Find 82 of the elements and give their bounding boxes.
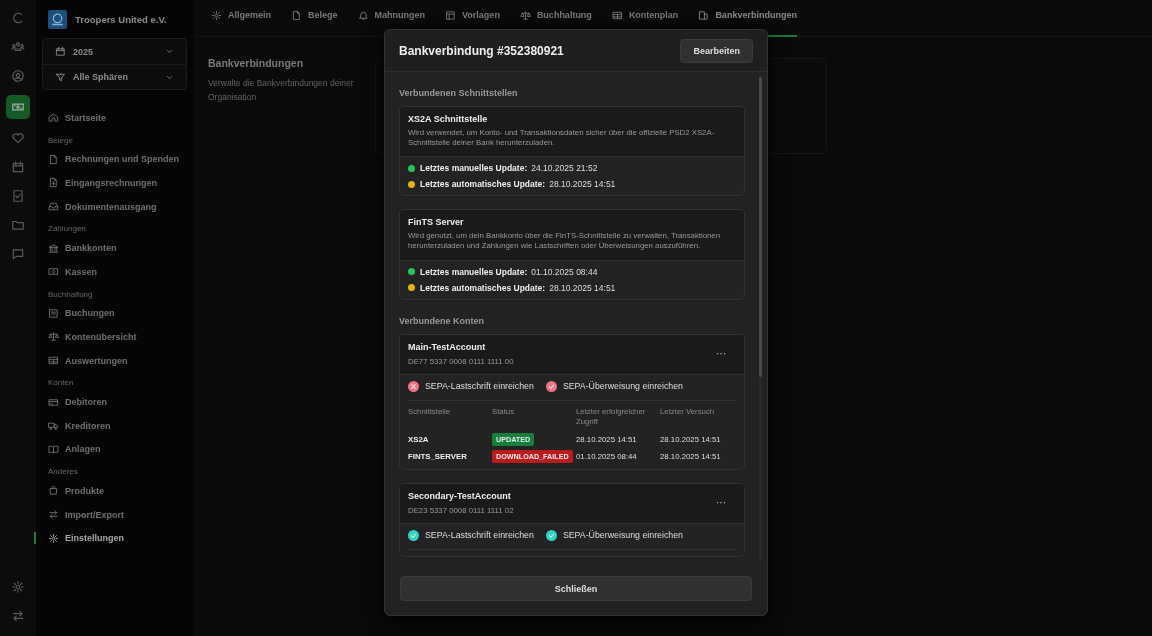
- card-icon: [48, 396, 59, 408]
- interface-name: FinTS Server: [408, 217, 465, 228]
- nav-heading: Buchhaltung: [47, 288, 94, 301]
- edit-button[interactable]: Bearbeiten: [680, 38, 753, 63]
- arrows-icon: [48, 509, 59, 520]
- settings-icon: [211, 9, 222, 21]
- ledger-icon: [48, 307, 59, 319]
- org-name: Troopers United e.V.: [75, 13, 167, 25]
- account-name: Main-TestAccount: [408, 341, 487, 352]
- nav-item[interactable]: Kassen: [34, 259, 187, 284]
- close-button[interactable]: Schließen: [400, 576, 752, 601]
- update-label: Letztes automatisches Update:: [420, 282, 546, 293]
- truck-icon: [48, 420, 59, 432]
- permission-label: SEPA-Überweisung einreichen: [562, 530, 683, 541]
- scrollbar-thumb[interactable]: [759, 77, 762, 377]
- nav-item[interactable]: Bankkonten: [34, 236, 187, 260]
- update-label: Letztes manuelles Update:: [420, 163, 528, 174]
- nav-item[interactable]: Produkte: [34, 479, 187, 503]
- nav-item[interactable]: Rechnungen und Spenden: [34, 147, 187, 172]
- scale-icon: [48, 331, 59, 343]
- update-time: 01.10.2025 08:44: [531, 266, 598, 277]
- section-heading: Verbundene Konten: [399, 315, 485, 326]
- permission-label: SEPA-Lastschrift einreichen: [425, 381, 534, 391]
- nav-item[interactable]: Buchungen: [34, 301, 187, 326]
- tab[interactable]: Belege: [291, 0, 338, 37]
- more-button[interactable]: ···: [706, 348, 736, 359]
- filter-icon: [55, 71, 66, 83]
- calendar-icon: [55, 46, 66, 57]
- nav-heading: Zahlungen: [47, 223, 87, 236]
- update-label: Letztes manuelles Update:: [420, 266, 528, 277]
- book-icon: [48, 443, 59, 455]
- nav-item[interactable]: Eingangsrechnungen: [34, 171, 187, 195]
- nav-item[interactable]: Dokumentenausgang: [34, 194, 187, 219]
- permission-label: SEPA-Überweisung einreichen: [562, 381, 683, 391]
- nav-item[interactable]: Kreditoren: [34, 413, 187, 438]
- layout-icon: [445, 9, 457, 21]
- year-select[interactable]: 2025: [43, 39, 186, 64]
- permission-label: SEPA-Lastschrift einreichen: [425, 530, 534, 541]
- bag-icon: [48, 485, 59, 497]
- org-logo-icon: [48, 9, 67, 29]
- document-icon: [291, 9, 302, 21]
- scale-icon: [519, 9, 531, 21]
- nav-item[interactable]: Kontenübersicht: [34, 325, 187, 349]
- nav-item[interactable]: Anlagen: [34, 437, 187, 462]
- update-time: 28.10.2025 14:51: [549, 282, 616, 293]
- nav-item[interactable]: Startseite: [34, 106, 187, 130]
- inbox-icon: [48, 201, 59, 213]
- section-heading: Verbundenen Schnittstellen: [399, 88, 519, 98]
- nav-heading: Konten: [47, 377, 75, 390]
- bell-icon: [357, 9, 369, 21]
- table-icon: [611, 9, 623, 21]
- nav-heading: Belege: [47, 134, 74, 147]
- tab[interactable]: Allgemein: [211, 0, 271, 37]
- tab[interactable]: Mahnungen: [357, 0, 426, 37]
- interface-name: XS2A Schnittstelle: [408, 114, 489, 124]
- table-icon: [48, 355, 59, 367]
- bank-icon: [48, 242, 59, 254]
- tab[interactable]: Vorlagen: [445, 0, 500, 37]
- nav-heading: Anderes: [47, 466, 79, 479]
- sphere-select[interactable]: Alle Sphären: [43, 64, 186, 89]
- nav-item[interactable]: Import/Export: [34, 502, 187, 527]
- update-time: 28.10.2025 14:51: [549, 179, 616, 190]
- tab[interactable]: Buchhaltung: [519, 0, 592, 37]
- settings-icon: [48, 532, 59, 544]
- document-icon: [48, 153, 59, 165]
- chevron-down-icon: [165, 47, 174, 56]
- document-download-icon: [48, 177, 59, 189]
- update-label: Letztes automatisches Update:: [420, 179, 546, 190]
- cash-icon: [48, 266, 59, 278]
- more-button[interactable]: ···: [706, 497, 736, 509]
- update-time: 24.10.2025 21:52: [531, 163, 598, 174]
- home-icon: [48, 112, 59, 124]
- tab[interactable]: Kontenplan: [611, 0, 679, 37]
- page-title: Bankverbindungen: [208, 57, 305, 69]
- page-description: Verwalte die Bankverbindungen deiner Organisation: [208, 77, 355, 104]
- building-icon: [698, 9, 710, 21]
- nav-item[interactable]: Einstellungen: [34, 526, 187, 550]
- banknote-icon[interactable]: [6, 95, 30, 119]
- nav-item[interactable]: Auswertungen: [34, 348, 187, 373]
- dialog-title: Bankverbindung #352380921: [399, 43, 564, 58]
- account-name: Secondary-TestAccount: [408, 490, 512, 501]
- nav-item[interactable]: Debitoren: [34, 390, 187, 414]
